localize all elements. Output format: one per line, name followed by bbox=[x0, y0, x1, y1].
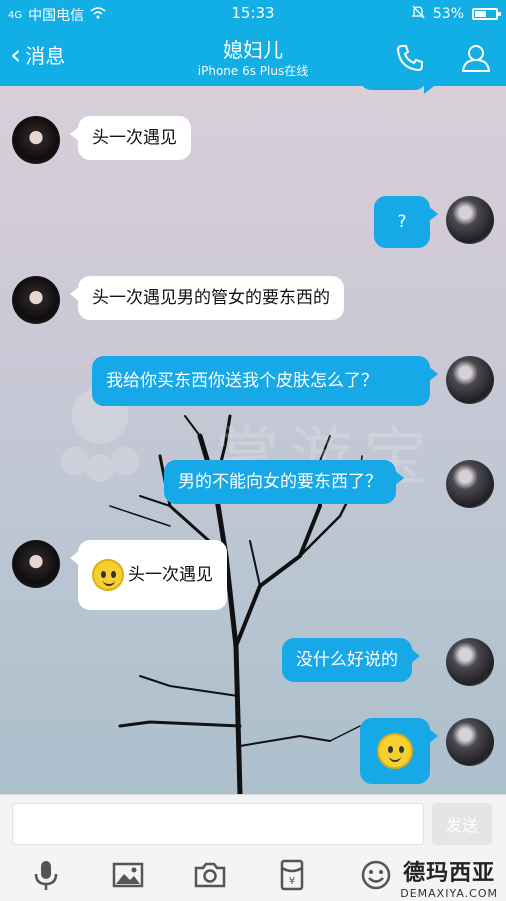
site-watermark: 德玛西亚 DEMAXIYA.COM bbox=[400, 855, 498, 900]
message-text: 男的不能向女的要东西了？ bbox=[178, 472, 382, 492]
alarm-icon bbox=[411, 5, 425, 23]
avatar[interactable] bbox=[446, 460, 494, 508]
message-bubble[interactable]: 我给你买东西你送我个皮肤怎么了？ bbox=[92, 356, 438, 406]
image-icon[interactable] bbox=[110, 857, 146, 893]
avatar[interactable] bbox=[12, 540, 60, 588]
message-bubble[interactable]: 头一次遇见男的管女的要东西的 bbox=[70, 276, 344, 320]
message-bubble-partial bbox=[360, 86, 434, 94]
battery-icon bbox=[472, 8, 501, 20]
site-watermark-cn: 德玛西亚 bbox=[403, 861, 496, 886]
sweat-smile-emoji bbox=[92, 559, 124, 591]
message-text: 没什么好说的 bbox=[296, 650, 398, 670]
status-bar: 4G 中国电信 15:33 53% bbox=[0, 0, 506, 28]
message-bubble[interactable]: 头一次遇见 bbox=[70, 116, 191, 160]
message-text: 我给你买东西你送我个皮肤怎么了？ bbox=[106, 371, 378, 391]
message-text: 头一次遇见 bbox=[92, 128, 177, 148]
svg-text:¥: ¥ bbox=[289, 876, 295, 887]
avatar[interactable] bbox=[12, 116, 60, 164]
chat-header: ‹ 消息 媳妇儿 iPhone 6s Plus在线 bbox=[0, 28, 506, 86]
camera-icon[interactable] bbox=[192, 857, 228, 893]
red-packet-icon[interactable]: ¥ bbox=[274, 857, 310, 893]
message-bubble[interactable]: 男的不能向女的要东西了？ bbox=[164, 460, 404, 504]
message-text: 头一次遇见 bbox=[128, 565, 213, 585]
message-input[interactable] bbox=[12, 803, 424, 845]
message-text: ? bbox=[397, 212, 407, 232]
battery-percent: 53% bbox=[432, 6, 464, 22]
avatar[interactable] bbox=[446, 638, 494, 686]
message-bubble[interactable]: 头一次遇见 bbox=[70, 540, 227, 610]
phone-icon[interactable] bbox=[394, 42, 426, 78]
chat-area[interactable]: 掌游宝 头一次遇见 ? 头一次遇见男的管女的要东西的 我给你买东西你送我个皮肤怎… bbox=[0, 86, 506, 794]
message-text: 头一次遇见男的管女的要东西的 bbox=[92, 288, 330, 308]
composer-bar: 发送 ¥ 德玛西亚 DEMAXIYA.COM bbox=[0, 794, 506, 901]
message-bubble[interactable]: ? bbox=[374, 196, 438, 248]
avatar[interactable] bbox=[12, 276, 60, 324]
microphone-icon[interactable] bbox=[28, 857, 64, 893]
profile-icon[interactable] bbox=[460, 42, 492, 78]
emoji-icon[interactable] bbox=[358, 857, 394, 893]
avatar[interactable] bbox=[446, 718, 494, 766]
site-watermark-en: DEMAXIYA.COM bbox=[400, 887, 498, 900]
avatar[interactable] bbox=[446, 356, 494, 404]
message-bubble[interactable] bbox=[360, 718, 438, 784]
avatar[interactable] bbox=[446, 196, 494, 244]
smile-emoji bbox=[377, 733, 413, 769]
message-bubble[interactable]: 没什么好说的 bbox=[282, 638, 420, 682]
send-button[interactable]: 发送 bbox=[432, 803, 492, 845]
